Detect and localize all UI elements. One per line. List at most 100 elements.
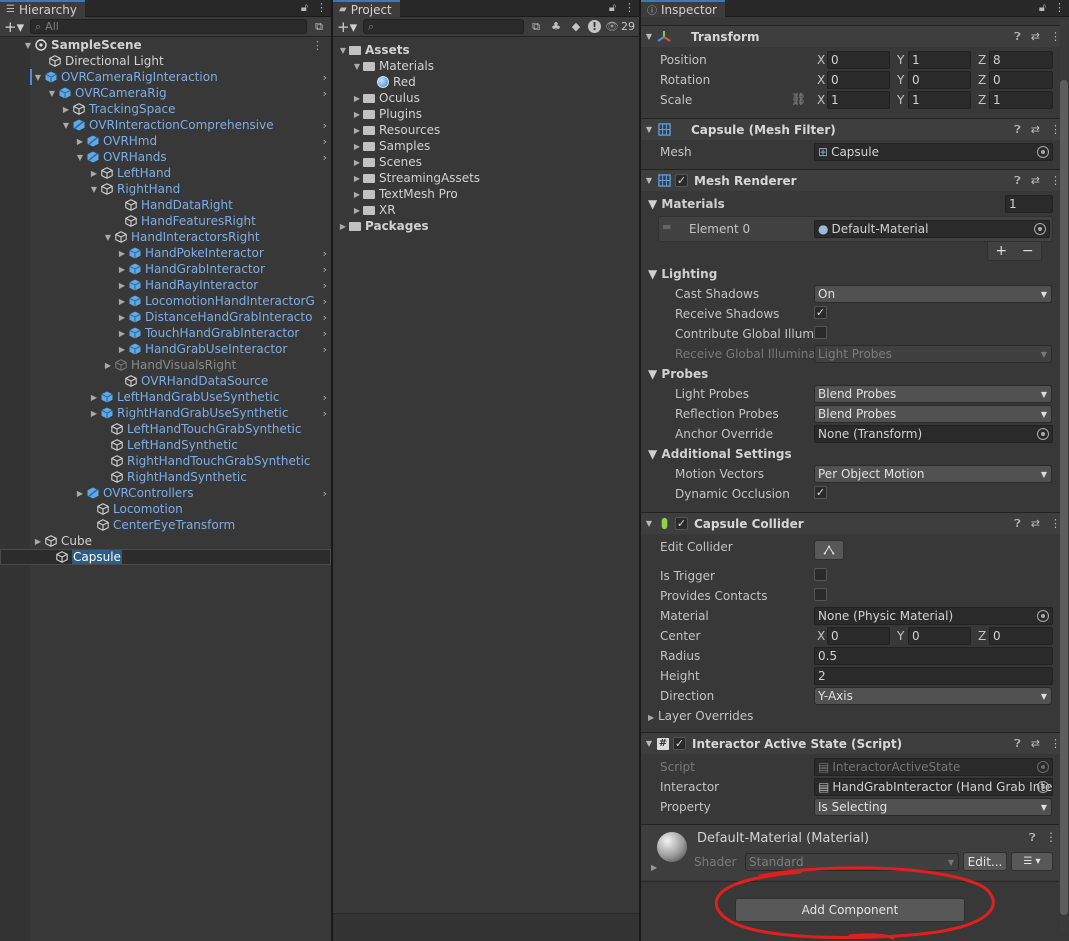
mesh-renderer-enabled-checkbox[interactable]: ✓	[675, 174, 688, 187]
object-picker-icon[interactable]	[1034, 223, 1046, 235]
reflection-probes-dropdown[interactable]: Blend Probes	[814, 405, 1052, 423]
cast-shadows-dropdown[interactable]: On	[814, 285, 1052, 303]
mesh-filter-header[interactable]: ▼ Capsule (Mesh Filter) ❓︎ ⇄ ⋮	[641, 118, 1065, 140]
center-z-field[interactable]: 0	[989, 627, 1053, 645]
collapse-arrow-icon[interactable]: ▶	[116, 329, 128, 338]
provides-contacts-checkbox[interactable]	[814, 588, 827, 601]
hierarchy-row[interactable]: OVRHandDataSource	[0, 373, 331, 389]
project-row[interactable]: ▶ Packages	[333, 218, 639, 234]
collapse-arrow-icon[interactable]: ▶	[116, 297, 128, 306]
project-row[interactable]: ▶ Resources	[333, 122, 639, 138]
collapse-arrow-icon[interactable]: ▶	[116, 281, 128, 290]
filter-by-type-icon[interactable]: ♣	[548, 19, 564, 35]
expand-arrow-icon[interactable]: ▼	[32, 73, 44, 82]
collapse-arrow-icon[interactable]: ▶	[351, 110, 363, 119]
position-y-field[interactable]: 1	[908, 51, 971, 69]
preset-icon[interactable]: ⇄	[1031, 737, 1040, 751]
collapse-arrow-icon[interactable]: ▶	[116, 249, 128, 258]
chevron-right-icon[interactable]: ›	[323, 71, 327, 84]
chevron-right-icon[interactable]: ›	[323, 87, 327, 100]
anchor-override-field[interactable]: None (Transform)	[814, 425, 1053, 443]
tab-project[interactable]: ▰ Project	[333, 0, 400, 17]
hierarchy-row[interactable]: ▼ RightHand	[0, 181, 331, 197]
hierarchy-row[interactable]: ▼ SampleScene ⋮	[0, 37, 331, 53]
collapse-arrow-icon[interactable]: ▶	[351, 126, 363, 135]
material-foldout-arrow-icon[interactable]: ▶	[651, 863, 657, 872]
inspector-scrollbar-thumb[interactable]	[1060, 80, 1068, 915]
create-button[interactable]: +▾	[4, 19, 26, 35]
capsule-collider-header[interactable]: ▼ ✓ Capsule Collider ❓︎ ⇄ ⋮	[641, 512, 1065, 534]
lighting-foldout[interactable]: ▼ Lighting	[648, 267, 717, 281]
direction-dropdown[interactable]: Y-Axis	[814, 687, 1052, 705]
scene-filter-icon[interactable]: ⧉	[311, 19, 327, 35]
collapse-arrow-icon[interactable]: ▶	[351, 142, 363, 151]
collapse-arrow-icon[interactable]: ▶	[74, 489, 86, 498]
chevron-right-icon[interactable]: ›	[323, 279, 327, 292]
element0-field[interactable]: ● Default-Material	[814, 220, 1050, 238]
hierarchy-search-input[interactable]: ⌕ All	[30, 19, 307, 34]
hierarchy-row[interactable]: ▶ Cube	[0, 533, 331, 549]
interactor-active-state-header[interactable]: ▼ # ✓ Interactor Active State (Script) ❓…	[641, 732, 1065, 754]
property-dropdown[interactable]: Is Selecting	[814, 798, 1052, 816]
console-errors-icon[interactable]: !	[588, 20, 602, 33]
collapse-arrow-icon[interactable]: ▶	[74, 137, 86, 146]
scale-x-field[interactable]: 1	[827, 91, 890, 109]
position-z-field[interactable]: 8	[989, 51, 1053, 69]
help-icon[interactable]: ❓︎	[1014, 30, 1021, 44]
radius-field[interactable]: 0.5	[814, 647, 1053, 665]
hierarchy-row[interactable]: ▶ TrackingSpace	[0, 101, 331, 117]
chevron-right-icon[interactable]: ›	[323, 263, 327, 276]
scale-y-field[interactable]: 1	[908, 91, 971, 109]
chevron-right-icon[interactable]: ›	[323, 247, 327, 260]
expand-arrow-icon[interactable]: ▼	[351, 62, 363, 71]
object-picker-icon[interactable]	[1037, 610, 1049, 622]
help-icon[interactable]: ❓︎	[1014, 737, 1021, 751]
object-picker-icon[interactable]	[1037, 146, 1049, 158]
interactor-active-state-enabled-checkbox[interactable]: ✓	[673, 737, 686, 750]
collapse-arrow-icon[interactable]: ▶	[60, 105, 72, 114]
additional-settings-foldout[interactable]: ▼ Additional Settings	[648, 447, 792, 461]
hierarchy-row[interactable]: HandDataRight	[0, 197, 331, 213]
center-y-field[interactable]: 0	[908, 627, 971, 645]
kebab-menu-icon[interactable]: ⋮	[1045, 830, 1057, 844]
mesh-renderer-header[interactable]: ▼ ✓ Mesh Renderer ❓︎ ⇄ ⋮	[641, 169, 1065, 191]
chevron-right-icon[interactable]: ›	[323, 327, 327, 340]
object-picker-icon[interactable]	[1037, 428, 1049, 440]
foldout-arrow-icon[interactable]: ▼	[641, 32, 657, 41]
collapse-arrow-icon[interactable]: ▶	[351, 190, 363, 199]
project-row[interactable]: ▼ Materials	[333, 58, 639, 74]
preset-icon[interactable]: ⇄	[1031, 30, 1040, 44]
project-row[interactable]: Red	[333, 74, 639, 90]
hierarchy-row[interactable]: ▶ HandGrabInteractor ›	[0, 261, 331, 277]
hidden-packages-icon[interactable]: 👁︎ 29	[605, 19, 635, 35]
drag-handle-icon[interactable]: ═	[663, 220, 670, 234]
motion-vectors-dropdown[interactable]: Per Object Motion	[814, 465, 1052, 483]
preset-icon[interactable]: ⇄	[1031, 174, 1040, 188]
hierarchy-row[interactable]: ▶ HandGrabUseInteractor ›	[0, 341, 331, 357]
layer-overrides-foldout[interactable]: ▶ Layer Overrides	[648, 709, 753, 723]
is-trigger-checkbox[interactable]	[814, 568, 827, 581]
mesh-field[interactable]: ⊞ Capsule	[814, 143, 1053, 161]
hierarchy-row[interactable]: LeftHandSynthetic	[0, 437, 331, 453]
expand-arrow-icon[interactable]: ▼	[60, 121, 72, 130]
help-icon[interactable]: ❓︎	[1029, 831, 1036, 845]
preset-icon[interactable]: ⇄	[1031, 123, 1040, 137]
position-x-field[interactable]: 0	[827, 51, 890, 69]
hierarchy-row[interactable]: RightHandTouchGrabSynthetic	[0, 453, 331, 469]
dynamic-occlusion-checkbox[interactable]: ✓	[814, 486, 827, 499]
chevron-right-icon[interactable]: ›	[323, 407, 327, 420]
tab-inspector[interactable]: ⓘ Inspector	[641, 0, 725, 17]
foldout-arrow-icon[interactable]: ▼	[641, 125, 657, 134]
materials-foldout[interactable]: ▼ Materials	[648, 197, 725, 211]
hierarchy-row[interactable]: LeftHandTouchGrabSynthetic	[0, 421, 331, 437]
hierarchy-row[interactable]: Directional Light	[0, 53, 331, 69]
chevron-right-icon[interactable]: ›	[323, 295, 327, 308]
chevron-right-icon[interactable]: ›	[323, 151, 327, 164]
help-icon[interactable]: ❓︎	[1014, 517, 1021, 531]
height-field[interactable]: 2	[814, 667, 1053, 685]
transform-header[interactable]: ▼ Transform ❓︎ ⇄ ⋮	[641, 25, 1065, 47]
chevron-right-icon[interactable]: ›	[323, 487, 327, 500]
add-element-button[interactable]: +	[995, 243, 1007, 259]
lock-icon[interactable]: 🔓︎	[301, 1, 308, 15]
capsule-collider-enabled-checkbox[interactable]: ✓	[675, 517, 688, 530]
